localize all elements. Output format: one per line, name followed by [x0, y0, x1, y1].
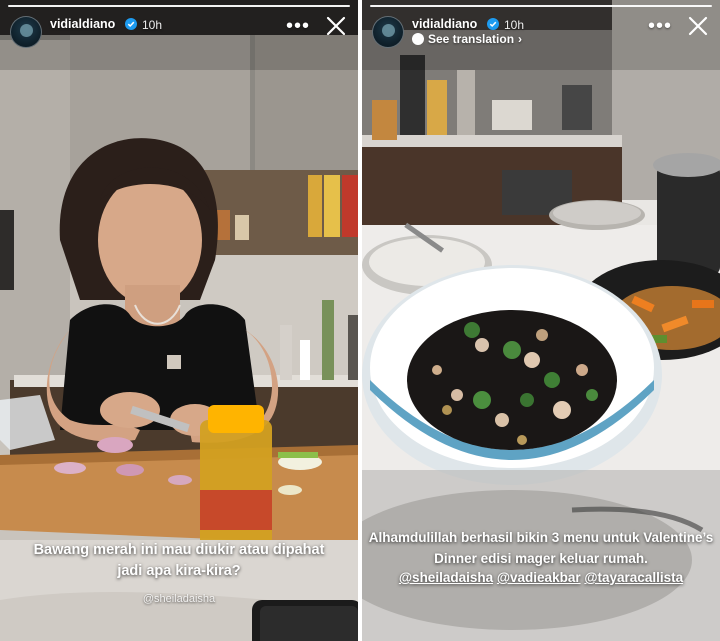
- see-translation-link[interactable]: See translation ›: [412, 32, 522, 46]
- more-options-icon[interactable]: •••: [648, 16, 672, 36]
- user-avatar[interactable]: [372, 16, 404, 48]
- verified-badge-icon: [125, 18, 137, 30]
- story-header: vidialdiano 10h See translation › •••: [372, 14, 710, 50]
- mention-link[interactable]: @tayaracallista: [584, 570, 683, 585]
- close-icon[interactable]: [686, 14, 710, 38]
- story-timestamp: 10h: [504, 18, 525, 32]
- mention-link[interactable]: @sheiladaisha: [399, 570, 493, 585]
- translate-icon: [412, 33, 424, 45]
- close-icon[interactable]: [324, 14, 348, 38]
- username[interactable]: vidialdiano: [412, 17, 477, 31]
- mention-link[interactable]: @vadieakbar: [497, 570, 581, 585]
- see-translation-label: See translation: [428, 32, 515, 46]
- story-left[interactable]: vidialdiano 10h ••• Bawang merah ini mau…: [0, 0, 358, 641]
- more-options-icon[interactable]: •••: [286, 16, 310, 36]
- story-progress-bar: [370, 5, 712, 7]
- story-header: vidialdiano 10h •••: [10, 14, 348, 50]
- chevron-right-icon: ›: [518, 32, 523, 46]
- story-caption: Bawang merah ini mau diukir atau dipahat…: [33, 542, 325, 579]
- story-caption: Alhamdulillah berhasil bikin 3 menu untu…: [368, 530, 714, 566]
- story-progress-bar: [8, 5, 350, 7]
- mention-tag[interactable]: @sheiladaisha: [0, 593, 358, 605]
- user-avatar[interactable]: [10, 16, 42, 48]
- verified-badge-icon: [487, 18, 499, 30]
- story-timestamp: 10h: [142, 18, 163, 32]
- story-right[interactable]: vidialdiano 10h See translation › ••• Al…: [362, 0, 720, 641]
- mentions-row: @sheiladaisha @vadieakbar @tayaracallist…: [362, 570, 720, 585]
- username[interactable]: vidialdiano: [50, 17, 115, 31]
